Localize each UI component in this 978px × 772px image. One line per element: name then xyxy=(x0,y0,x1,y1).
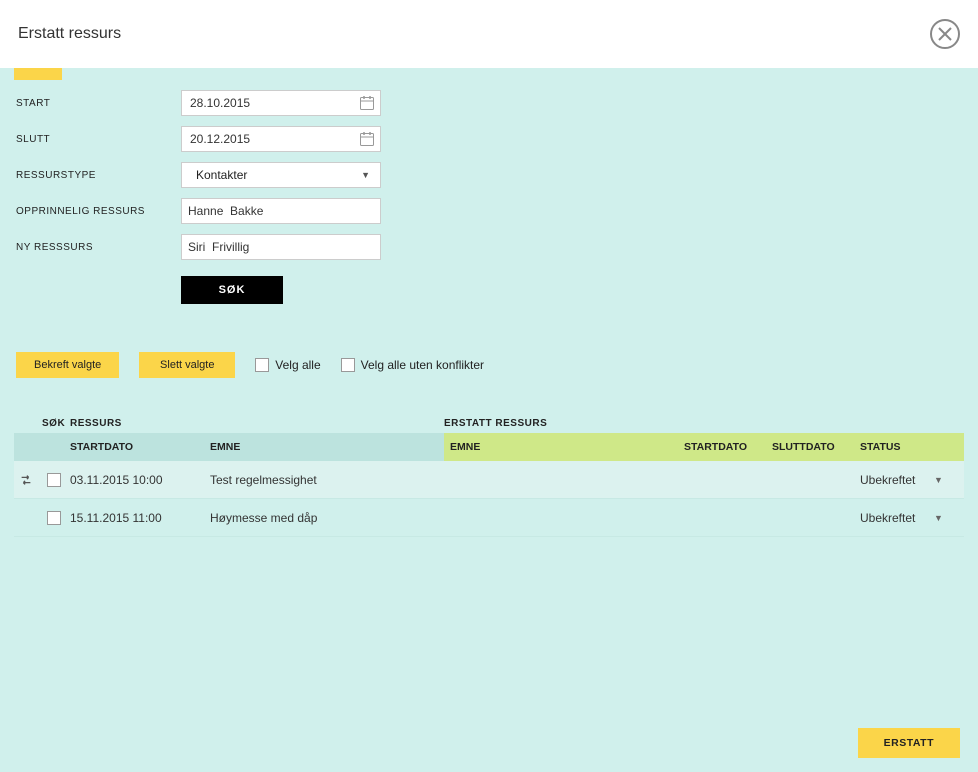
results-table: SØK RESSURS ERSTATT RESSURS STARTDATO EM… xyxy=(14,418,964,537)
modal-title: Erstatt ressurs xyxy=(18,25,121,43)
swap-icon xyxy=(14,473,38,487)
slutt-label: SLUTT xyxy=(16,134,181,145)
td-startdato: 15.11.2015 11:00 xyxy=(70,511,210,525)
row-expand-icon[interactable]: ▼ xyxy=(934,475,954,485)
table-superheader: SØK RESSURS ERSTATT RESSURS xyxy=(14,418,964,433)
chevron-down-icon: ▼ xyxy=(361,170,370,180)
row-checkbox[interactable] xyxy=(38,473,70,487)
th-startdato: STARTDATO xyxy=(70,441,210,453)
superheader-sok: SØK xyxy=(42,418,70,429)
table-row[interactable]: 03.11.2015 10:00 Test regelmessighet Ube… xyxy=(14,461,964,499)
checkbox-icon xyxy=(341,358,355,372)
ny-ressurs-input[interactable] xyxy=(181,234,381,260)
th-status: STATUS xyxy=(860,441,940,453)
td-emne: Høymesse med dåp xyxy=(210,511,444,525)
velg-alle-uten-label: Velg alle uten konflikter xyxy=(361,358,484,372)
th-startdato2: STARTDATO xyxy=(684,441,772,453)
opprinnelig-ressurs-input[interactable] xyxy=(181,198,381,224)
row-checkbox[interactable] xyxy=(38,511,70,525)
footer: ERSTATT xyxy=(858,728,960,758)
modal-content: START SLUTT RESSURSTYPE Kontakter ▼ xyxy=(0,68,978,772)
table-header-row: STARTDATO EMNE EMNE STARTDATO SLUTTDATO … xyxy=(14,433,964,461)
start-date-input[interactable] xyxy=(181,90,381,116)
bulk-actions: Bekreft valgte Slett valgte Velg alle Ve… xyxy=(16,352,978,378)
opprinnelig-label: OPPRINNELIG RESSURS xyxy=(16,206,181,217)
th-emne2: EMNE xyxy=(444,441,684,453)
slett-valgte-button[interactable]: Slett valgte xyxy=(139,352,235,378)
close-icon xyxy=(938,27,952,41)
superheader-ressurs: RESSURS xyxy=(70,418,122,429)
superheader-erstatt: ERSTATT RESSURS xyxy=(444,418,547,429)
th-sluttdato: SLUTTDATO xyxy=(772,441,860,453)
td-status: Ubekreftet xyxy=(860,473,934,487)
search-form: START SLUTT RESSURSTYPE Kontakter ▼ xyxy=(0,80,978,304)
table-row[interactable]: 15.11.2015 11:00 Høymesse med dåp Ubekre… xyxy=(14,499,964,537)
ny-ressurs-label: NY RESSSURS xyxy=(16,242,181,253)
velg-alle-checkbox[interactable]: Velg alle xyxy=(255,358,320,372)
ressurstype-select[interactable]: Kontakter ▼ xyxy=(181,162,381,188)
td-emne: Test regelmessighet xyxy=(210,473,444,487)
bekreft-valgte-button[interactable]: Bekreft valgte xyxy=(16,352,119,378)
td-status: Ubekreftet xyxy=(860,511,934,525)
row-expand-icon[interactable]: ▼ xyxy=(934,513,954,523)
start-label: START xyxy=(16,98,181,109)
erstatt-button[interactable]: ERSTATT xyxy=(858,728,960,758)
close-button[interactable] xyxy=(930,19,960,49)
velg-alle-uten-checkbox[interactable]: Velg alle uten konflikter xyxy=(341,358,484,372)
yellow-notch xyxy=(14,68,62,80)
td-startdato: 03.11.2015 10:00 xyxy=(70,473,210,487)
ressurstype-value: Kontakter xyxy=(196,168,247,182)
search-button[interactable]: SØK xyxy=(181,276,283,304)
th-emne: EMNE xyxy=(210,441,444,453)
slutt-date-input[interactable] xyxy=(181,126,381,152)
modal-header: Erstatt ressurs xyxy=(0,0,978,68)
ressurstype-label: RESSURSTYPE xyxy=(16,170,181,181)
checkbox-icon xyxy=(255,358,269,372)
velg-alle-label: Velg alle xyxy=(275,358,320,372)
